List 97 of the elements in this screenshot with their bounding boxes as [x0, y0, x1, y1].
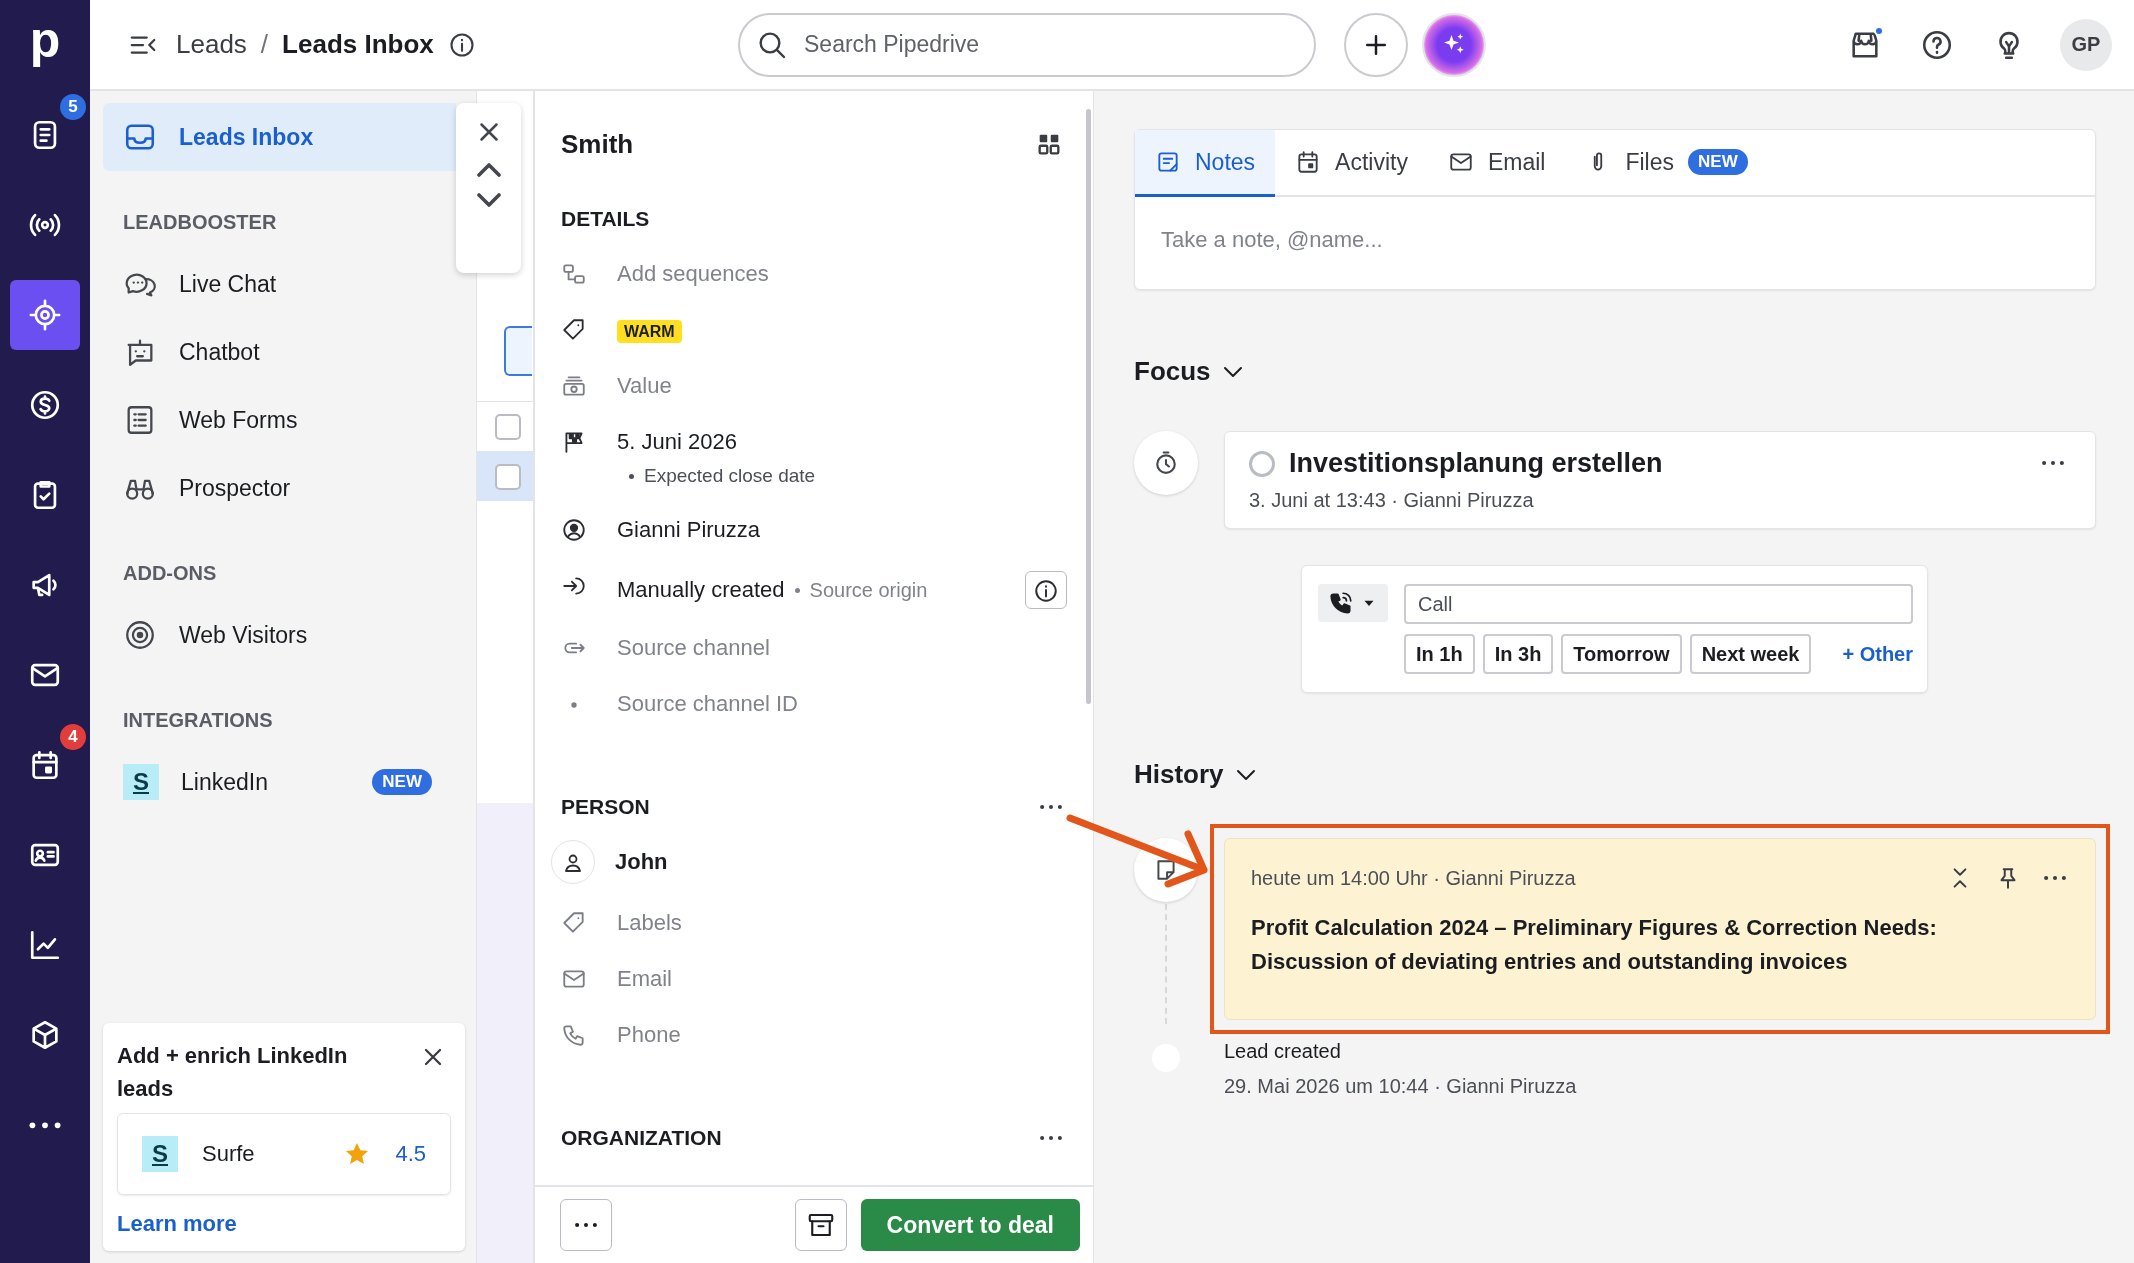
note-meta: heute um 14:00 Uhr · Gianni Piruzza [1251, 866, 1576, 890]
note-text: Profit Calculation 2024 – Preliminary Figures & Correction Needs: Discussion of deviating entries and outstanding invoices [1251, 914, 1938, 976]
tag-badge[interactable]: WARM [617, 320, 682, 343]
chevron-up-icon [476, 163, 501, 177]
dollar-icon [28, 388, 62, 422]
section-heading: INTEGRATIONS [122, 708, 274, 733]
lead-title: Smith [561, 128, 634, 160]
info-icon [447, 30, 476, 59]
event-title: Lead created [1224, 1040, 1342, 1063]
info-icon [1033, 578, 1059, 604]
focus-toggle[interactable]: Focus [1134, 356, 1245, 387]
more-icon [2043, 874, 2067, 882]
time-option-button[interactable]: In 3h [1482, 634, 1554, 674]
target-icon [28, 298, 62, 332]
field-label: Expected close date [629, 461, 1067, 491]
phone-icon [561, 1022, 587, 1048]
learn-more-link[interactable]: Learn more [117, 1211, 237, 1237]
note-card[interactable]: heute um 14:00 Uhr · Gianni Piruzza Profit Calculation 2024 – Preliminary Figures & Correction Needs: Discussion of deviating entries and outstanding invoices [1224, 838, 2096, 1020]
sidebar-item[interactable]: Live Chat [103, 250, 456, 318]
empty-field[interactable]: Phone [617, 1020, 1067, 1050]
radar-icon [123, 618, 157, 652]
empty-field[interactable]: Email [617, 964, 1067, 994]
app-logo: S [142, 1136, 178, 1172]
user-avatar[interactable]: GP [2060, 18, 2112, 71]
chart-icon [28, 928, 62, 962]
activity-title: Investitionsplanung erstellen [1289, 448, 1664, 479]
sidebar-item[interactable]: Web Forms [103, 386, 456, 454]
sequence-icon [561, 261, 587, 287]
app-card[interactable]: S Surfe 4.5 [117, 1113, 451, 1195]
activity-card[interactable]: Investitionsplanung erstellen 3. Juni at 13:43 · Gianni Piruzza [1224, 431, 2096, 529]
sidebar-item[interactable]: Prospector [103, 454, 456, 522]
phone-icon [1328, 590, 1354, 616]
subject-field[interactable]: Call [1404, 584, 1913, 624]
done-toggle[interactable] [1249, 450, 1275, 477]
previous-button[interactable] [474, 161, 503, 179]
sidebar-item[interactable]: S LinkedIn NEW [103, 748, 456, 816]
search-field[interactable]: Search Pipedrive [738, 12, 1316, 77]
empty-field[interactable]: Labels [617, 908, 1067, 938]
bullet-icon [571, 702, 577, 708]
empty-field[interactable]: Source channel [617, 633, 1067, 663]
time-option-button[interactable]: Next week [1689, 634, 1812, 674]
section-heading: LEADBOOSTER [122, 210, 278, 235]
time-option-button[interactable]: In 1h [1404, 634, 1475, 674]
tab[interactable]: Email [1427, 130, 1566, 197]
field-value[interactable]: Manually created [617, 575, 785, 605]
note-icon [1155, 149, 1181, 175]
field-value[interactable]: Gianni Piruzza [617, 515, 1067, 545]
info-button[interactable] [1025, 571, 1067, 609]
more-icon [1039, 1134, 1063, 1142]
new-badge: NEW [1688, 149, 1748, 175]
new-badge: NEW [372, 769, 432, 795]
breadcrumb-separator: / [260, 29, 269, 60]
section-heading: ADD-ONS [122, 561, 218, 586]
section-heading: DETAILS [561, 207, 650, 231]
sidebar-item[interactable]: Leads Inbox [103, 103, 456, 171]
app-name: Surfe [202, 1141, 256, 1167]
breadcrumb-link[interactable]: Leads [176, 29, 247, 60]
app-logo: S [123, 764, 159, 800]
logo[interactable]: p [29, 0, 61, 90]
more-icon [574, 1221, 598, 1229]
event-meta: 29. Mai 2026 um 10:44 · Gianni Piruzza [1224, 1075, 1577, 1098]
activity-meta: 3. Juni at 13:43 · Gianni Piruzza [1249, 489, 1535, 512]
field-value[interactable]: 5. Juni 2026 [617, 427, 1067, 457]
tab[interactable]: Notes [1135, 130, 1276, 197]
count-badge: 5 [60, 94, 86, 120]
more-icon [2041, 460, 2065, 467]
archive-button[interactable] [794, 1199, 847, 1251]
more-icon [28, 1120, 62, 1130]
other-link[interactable]: + Other [1842, 642, 1913, 666]
field-label: Source origin [809, 578, 928, 602]
row-checkbox[interactable] [495, 463, 521, 490]
person-name[interactable]: John [615, 847, 1067, 877]
view-button[interactable] [504, 326, 532, 376]
empty-field[interactable]: Add sequences [617, 259, 1067, 289]
convert-button[interactable]: Convert to deal [860, 1199, 1080, 1251]
activity-type-dropdown[interactable] [1318, 584, 1388, 622]
tab[interactable]: Activity [1275, 130, 1428, 197]
row-checkbox[interactable] [495, 413, 521, 440]
sidebar-item[interactable]: Chatbot [103, 318, 456, 386]
section-heading: ORGANIZATION [561, 1126, 722, 1150]
history-toggle[interactable]: History [1134, 759, 1258, 790]
person-circle-icon [561, 517, 587, 543]
money-icon [561, 373, 587, 399]
empty-field[interactable]: Source channel ID [617, 689, 1067, 719]
page-title: Leads Inbox [282, 29, 434, 60]
count-badge: 4 [60, 724, 86, 750]
time-option-button[interactable]: Tomorrow [1561, 634, 1682, 674]
tab[interactable]: Files NEW [1565, 130, 1768, 197]
more-icon [1039, 803, 1063, 811]
next-button[interactable] [474, 191, 503, 209]
sidebar-item[interactable]: Web Visitors [103, 601, 456, 669]
chevron-down-icon [476, 193, 501, 207]
promo-title: Add + enrich LinkedIn leads [117, 1042, 349, 1103]
section-heading: PERSON [561, 795, 650, 819]
rating: 4.5 [395, 1141, 426, 1167]
note-field[interactable]: Take a note, @name... [1135, 197, 2095, 289]
empty-field[interactable]: Value [617, 371, 1067, 401]
